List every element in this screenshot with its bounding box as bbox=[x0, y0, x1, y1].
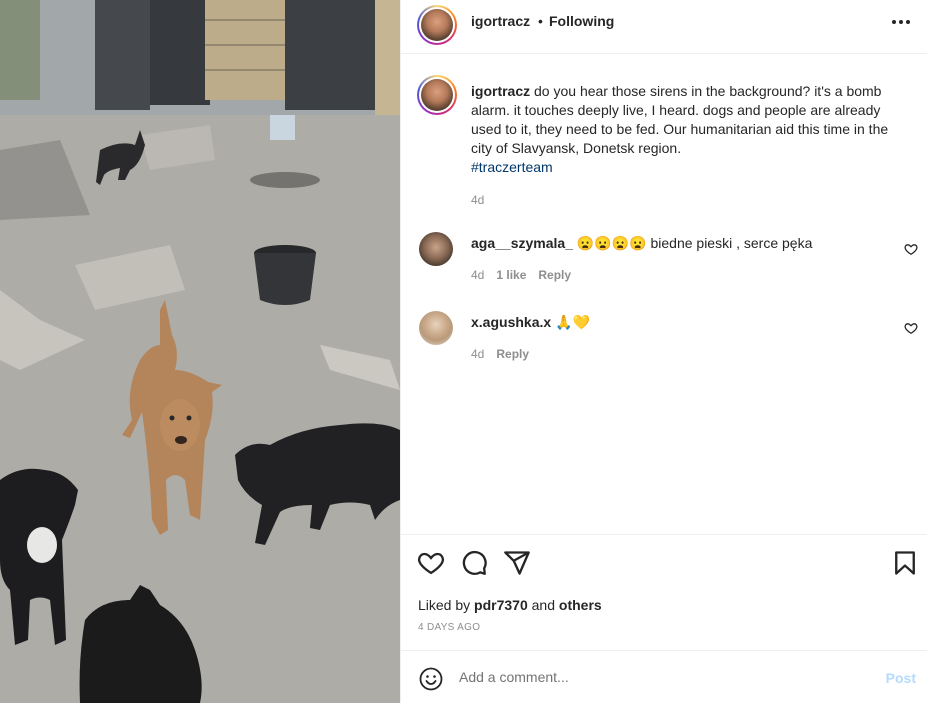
post-media-video[interactable] bbox=[0, 0, 400, 703]
heart-icon[interactable] bbox=[417, 549, 445, 577]
comment-meta: 4d 1 like Reply bbox=[471, 268, 571, 282]
liked-by-others[interactable]: others bbox=[559, 597, 602, 613]
comment-heart-icon[interactable] bbox=[904, 242, 918, 256]
comment-timestamp[interactable]: 4d bbox=[471, 268, 484, 282]
post-side-panel: igortracz • Following igortracz do you h… bbox=[400, 0, 927, 703]
comment-reply-button[interactable]: Reply bbox=[538, 268, 571, 282]
caption-hashtag[interactable]: #traczerteam bbox=[471, 159, 553, 175]
commenter-avatar[interactable] bbox=[419, 311, 453, 345]
liked-by-text: Liked by pdr7370 and others bbox=[418, 597, 602, 613]
emoji-smile-icon[interactable] bbox=[419, 667, 443, 691]
header-separator: • bbox=[538, 13, 543, 29]
caption-text-block: igortracz do you hear those sirens in th… bbox=[471, 82, 911, 177]
comment-like-count[interactable]: 1 like bbox=[496, 268, 526, 282]
comment-text: x.agushka.x 🙏💛 bbox=[471, 313, 881, 331]
caption-timestamp[interactable]: 4d bbox=[471, 193, 484, 207]
liked-by-prefix: Liked by bbox=[418, 597, 471, 613]
commenter-avatar[interactable] bbox=[419, 232, 453, 266]
comment-text: aga__szymala_ 😦😦😦😦 biedne pieski , serce… bbox=[471, 234, 881, 252]
author-username[interactable]: igortracz bbox=[471, 13, 530, 29]
add-comment-input[interactable] bbox=[459, 665, 859, 689]
bookmark-icon[interactable] bbox=[891, 549, 919, 577]
action-icons-row bbox=[417, 549, 917, 577]
caption-username[interactable]: igortracz bbox=[471, 83, 530, 99]
post-date[interactable]: 4 DAYS AGO bbox=[418, 622, 480, 633]
caption-author-avatar[interactable] bbox=[417, 75, 457, 115]
author-avatar[interactable] bbox=[417, 5, 457, 45]
instagram-post: igortracz • Following igortracz do you h… bbox=[0, 0, 927, 703]
share-icon[interactable] bbox=[503, 549, 531, 577]
comment-heart-icon[interactable] bbox=[904, 321, 918, 335]
comment-emojis: 🙏💛 bbox=[555, 314, 590, 330]
comment-username[interactable]: aga__szymala_ bbox=[471, 235, 573, 251]
comment-timestamp[interactable]: 4d bbox=[471, 347, 484, 361]
liked-by-conjunction: and bbox=[531, 597, 555, 613]
add-comment-bar: Post bbox=[401, 650, 927, 703]
comment-icon[interactable] bbox=[460, 549, 488, 577]
video-frame-dogs bbox=[0, 0, 400, 703]
comment-username[interactable]: x.agushka.x bbox=[471, 314, 551, 330]
caption-body: do you hear those sirens in the backgrou… bbox=[471, 83, 889, 156]
comment-reply-button[interactable]: Reply bbox=[496, 347, 529, 361]
comment-emojis: 😦😦😦😦 bbox=[576, 235, 647, 251]
post-actions: Liked by pdr7370 and others 4 DAYS AGO bbox=[401, 534, 927, 650]
post-comment-button[interactable]: Post bbox=[886, 670, 916, 686]
post-header: igortracz • Following bbox=[401, 0, 927, 54]
comment-meta: 4d Reply bbox=[471, 347, 529, 361]
more-horizontal-icon[interactable] bbox=[892, 17, 912, 27]
comment-body: biedne pieski , serce pęka bbox=[650, 235, 813, 251]
following-status-button[interactable]: Following bbox=[549, 13, 614, 29]
liked-by-user[interactable]: pdr7370 bbox=[474, 597, 528, 613]
